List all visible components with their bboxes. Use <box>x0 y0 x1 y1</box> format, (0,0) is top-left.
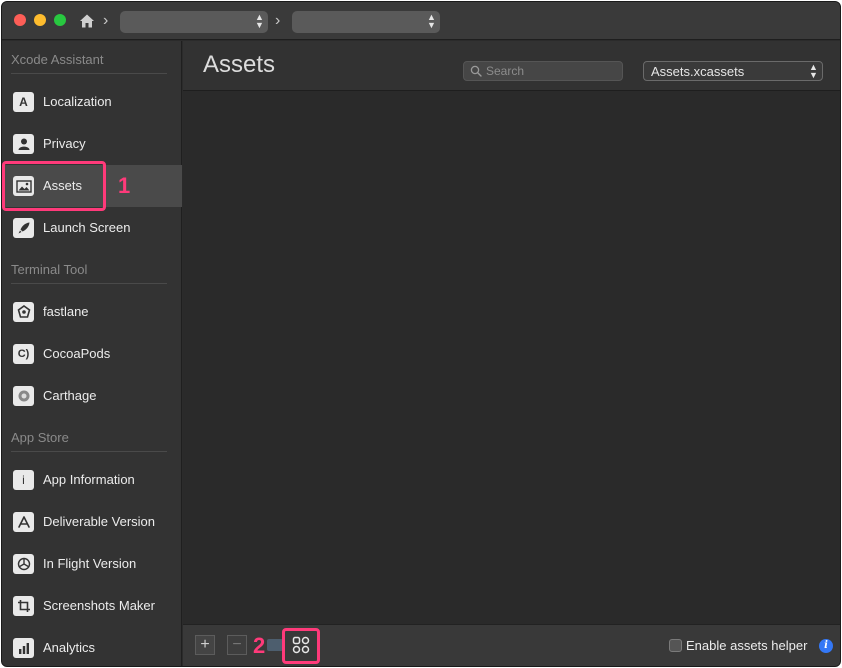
sidebar-item-carthage[interactable]: Carthage <box>2 375 182 417</box>
sidebar-item-label: Privacy <box>43 136 86 151</box>
page-title: Assets <box>203 51 276 78</box>
breadcrumb-select-2[interactable]: ▲ ▼ <box>292 11 440 33</box>
home-icon[interactable] <box>79 13 95 29</box>
search-field[interactable] <box>463 61 623 81</box>
chevron-right-icon: › <box>275 12 281 29</box>
section-title-app-store: App Store <box>11 430 69 445</box>
segment-indicator <box>267 639 283 651</box>
callout-number-1: 1 <box>118 173 131 198</box>
sidebar-item-label: App Information <box>43 472 135 487</box>
remove-button[interactable]: − <box>227 635 247 655</box>
assets-file-select[interactable]: Assets.xcassets ▲ ▼ <box>643 61 823 81</box>
title-bar: › ▲ ▼ › ▲ ▼ <box>2 2 840 40</box>
crop-icon <box>13 596 34 616</box>
sidebar-item-screenshots-maker[interactable]: Screenshots Maker <box>2 585 182 627</box>
chevron-up-down-icon: ▲ ▼ <box>255 12 264 30</box>
info-icon[interactable]: i <box>819 639 833 653</box>
sidebar-item-label: Carthage <box>43 388 97 403</box>
sidebar-item-privacy[interactable]: Privacy <box>2 123 182 165</box>
section-divider <box>11 283 167 284</box>
sidebar-item-label: Analytics <box>43 640 96 655</box>
sidebar-item-label: Launch Screen <box>43 220 131 235</box>
sidebar-item-label: CocoaPods <box>43 346 111 361</box>
close-window-button[interactable] <box>14 14 26 26</box>
sidebar-item-in-flight-version[interactable]: In Flight Version <box>2 543 182 585</box>
cocoapods-icon: C) <box>13 344 34 364</box>
chevron-right-icon: › <box>103 12 109 29</box>
sidebar-item-launch-screen[interactable]: Launch Screen <box>2 207 182 249</box>
sidebar-item-label: In Flight Version <box>43 556 137 571</box>
person-icon <box>13 134 34 154</box>
rocket-icon <box>13 218 34 238</box>
zoom-window-button[interactable] <box>54 14 66 26</box>
sidebar-item-deliverable-version[interactable]: Deliverable Version <box>2 501 182 543</box>
breadcrumb-select-1[interactable]: ▲ ▼ <box>120 11 268 33</box>
main-header: Assets Assets.xcassets ▲▼ <box>183 41 840 91</box>
app-window: › ▲ ▼ › ▲ ▼ Xcode Assistant A Localization… <box>1 1 841 667</box>
letter-a-icon: A <box>13 92 34 112</box>
sidebar-item-analytics[interactable]: Analytics <box>2 627 182 666</box>
sidebar-item-app-information[interactable]: i App Information <box>2 459 182 501</box>
sidebar-item-label: Deliverable Version <box>43 514 156 529</box>
section-divider <box>11 451 167 452</box>
carthage-icon <box>13 386 34 406</box>
section-title-terminal-tool: Terminal Tool <box>11 262 88 277</box>
enable-assets-helper-checkbox[interactable] <box>669 639 682 652</box>
assets-file-select-value: Assets.xcassets <box>651 64 745 79</box>
bottom-toolbar: + − 2 Enable assets helper i <box>183 624 840 666</box>
section-divider <box>11 73 167 74</box>
search-icon <box>470 65 482 77</box>
chevron-up-down-icon: ▲ ▼ <box>809 62 818 80</box>
chevron-up-down-icon: ▲ ▼ <box>427 12 436 30</box>
callout-number-2: 2 <box>253 633 266 658</box>
search-input[interactable] <box>486 63 618 79</box>
sidebar-item-label: Localization <box>43 94 112 109</box>
callout-highlight-1 <box>2 161 106 211</box>
sidebar-item-fastlane[interactable]: fastlane <box>2 291 182 333</box>
minimize-window-button[interactable] <box>34 14 46 26</box>
main-panel: Assets Assets.xcassets ▲▼ + − <box>183 41 840 666</box>
assets-content-area[interactable] <box>183 92 840 624</box>
add-button[interactable]: + <box>195 635 215 655</box>
sidebar-item-label: fastlane <box>43 304 89 319</box>
analytics-icon <box>13 638 34 658</box>
sidebar-item-label: Screenshots Maker <box>43 598 155 613</box>
testflight-icon <box>13 554 34 574</box>
sidebar-item-cocoapods[interactable]: C) CocoaPods <box>2 333 182 375</box>
info-i-icon: i <box>13 470 34 490</box>
enable-assets-helper-label[interactable]: Enable assets helper <box>686 638 807 653</box>
fastlane-icon <box>13 302 34 322</box>
callout-highlight-2 <box>282 628 320 664</box>
app-store-icon <box>13 512 34 532</box>
section-title-xcode-assistant: Xcode Assistant <box>11 52 104 67</box>
sidebar-item-localization[interactable]: A Localization <box>2 81 182 123</box>
sidebar: Xcode Assistant A Localization Privacy A… <box>2 41 182 666</box>
